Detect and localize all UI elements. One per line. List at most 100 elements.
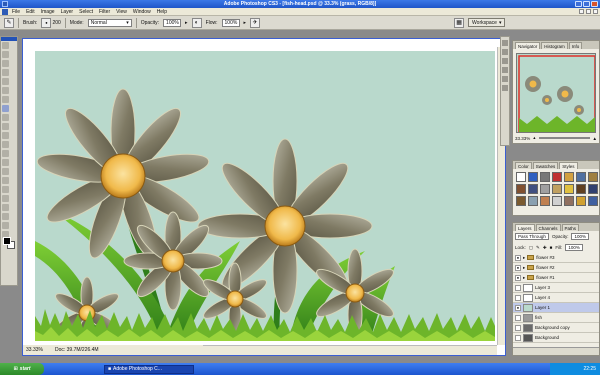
info-panel-icon[interactable]	[502, 85, 508, 91]
canvas[interactable]	[35, 51, 495, 341]
eye-icon[interactable]	[515, 314, 521, 321]
actions-panel-icon[interactable]	[502, 76, 508, 82]
menu-window[interactable]: Window	[133, 9, 151, 15]
style-swatch[interactable]	[588, 184, 598, 194]
eye-icon[interactable]: ●	[515, 254, 521, 261]
healing-brush-icon[interactable]	[2, 96, 9, 103]
eye-icon[interactable]	[515, 324, 521, 331]
mode-select[interactable]: Normal ▾	[87, 18, 132, 27]
layer-opacity-field[interactable]: 100%	[571, 233, 589, 240]
history-panel-icon[interactable]	[502, 67, 508, 73]
style-swatch[interactable]	[552, 172, 562, 182]
doc-close-button[interactable]	[593, 9, 598, 14]
zoom-in-icon[interactable]: ▲	[593, 136, 597, 141]
opacity-field[interactable]: 100%	[163, 18, 182, 27]
flow-field[interactable]: 100%	[221, 18, 240, 27]
doc-minimize-button[interactable]	[579, 9, 584, 14]
menu-file[interactable]: File	[12, 9, 20, 15]
navigator-zoom[interactable]: 33.33%	[515, 136, 530, 141]
history-brush-icon[interactable]	[2, 123, 9, 130]
style-swatch[interactable]	[528, 196, 538, 206]
magic-wand-icon[interactable]	[2, 69, 9, 76]
blur-icon[interactable]	[2, 150, 9, 157]
layer-row[interactable]: ● ▸ flower #2	[513, 263, 599, 273]
start-button[interactable]: ⊞ start	[0, 363, 44, 375]
tab-info[interactable]: Info	[568, 42, 583, 49]
lock-transparency-icon[interactable]: ▢	[529, 245, 533, 251]
layer-row[interactable]: Layer 3	[513, 283, 599, 293]
expand-arrow-icon[interactable]: ▸	[523, 275, 525, 281]
style-swatch[interactable]	[552, 184, 562, 194]
lock-all-icon[interactable]: ■	[550, 245, 553, 250]
chevron-right-icon[interactable]: ▸	[244, 20, 247, 26]
style-swatch[interactable]	[540, 184, 550, 194]
zoom-readout[interactable]: 33.33%	[26, 347, 43, 353]
eye-icon[interactable]: ●	[515, 264, 521, 271]
tab-color[interactable]: Color	[515, 162, 532, 169]
brush-tool-icon[interactable]: ✎	[4, 17, 14, 28]
type-tool-icon[interactable]	[2, 177, 9, 184]
clone-stamp-icon[interactable]	[2, 114, 9, 121]
tab-styles[interactable]: Styles	[559, 162, 578, 169]
move-tool-icon[interactable]	[2, 42, 9, 49]
brush-tool-icon[interactable]	[2, 105, 9, 112]
layer-row[interactable]: Layer 4	[513, 293, 599, 303]
zoom-slider[interactable]	[538, 137, 590, 139]
gradient-icon[interactable]	[2, 141, 9, 148]
style-swatch[interactable]	[552, 196, 562, 206]
style-swatch[interactable]	[588, 196, 598, 206]
menu-layer[interactable]: Layer	[61, 9, 74, 15]
layer-row[interactable]: fish	[513, 313, 599, 323]
tool-presets-icon[interactable]: ▦	[454, 17, 465, 28]
eye-icon[interactable]	[515, 294, 521, 301]
tab-layers[interactable]: Layers	[515, 224, 535, 231]
marquee-tool-icon[interactable]	[2, 51, 9, 58]
eye-icon[interactable]: ●	[515, 274, 521, 281]
style-swatch[interactable]	[588, 172, 598, 182]
layer-row[interactable]: ● ▸ flower #3	[513, 253, 599, 263]
brushes-panel-icon[interactable]	[502, 40, 508, 46]
hand-tool-icon[interactable]	[2, 222, 9, 229]
eye-icon[interactable]	[515, 284, 521, 291]
chevron-right-icon[interactable]: ▸	[185, 20, 188, 26]
menu-help[interactable]: Help	[157, 9, 167, 15]
shape-tool-icon[interactable]	[2, 195, 9, 202]
layer-row[interactable]: ● Layer 1	[513, 303, 599, 313]
slice-tool-icon[interactable]	[2, 87, 9, 94]
style-swatch[interactable]	[564, 196, 574, 206]
menu-select[interactable]: Select	[79, 9, 93, 15]
lasso-tool-icon[interactable]	[2, 60, 9, 67]
style-swatch[interactable]	[576, 196, 586, 206]
style-swatch[interactable]	[540, 196, 550, 206]
eraser-icon[interactable]	[2, 132, 9, 139]
tab-paths[interactable]: Paths	[561, 224, 580, 231]
brush-preset-picker[interactable]: ●	[41, 17, 52, 28]
zoom-out-icon[interactable]: ▴	[533, 135, 535, 141]
blend-mode-select[interactable]: Pass Through	[515, 233, 549, 240]
style-swatch[interactable]	[576, 172, 586, 182]
tablet-pressure-icon[interactable]: ◐	[191, 17, 202, 28]
style-swatch[interactable]	[564, 184, 574, 194]
eye-icon[interactable]	[515, 334, 521, 341]
workspace-button[interactable]: Workspace ▾	[468, 18, 506, 27]
doc-restore-button[interactable]	[586, 9, 591, 14]
path-select-icon[interactable]	[2, 186, 9, 193]
style-swatch[interactable]	[528, 172, 538, 182]
style-swatch[interactable]	[564, 172, 574, 182]
layer-row[interactable]: Background	[513, 333, 599, 343]
taskbar-photoshop-item[interactable]: ■ Adobe Photoshop C...	[104, 364, 194, 374]
eye-icon[interactable]: ●	[515, 304, 521, 311]
crop-tool-icon[interactable]	[2, 78, 9, 85]
menu-image[interactable]: Image	[41, 9, 55, 15]
tab-histogram[interactable]: Histogram	[541, 42, 568, 49]
navigator-thumbnail[interactable]	[516, 53, 596, 133]
menu-view[interactable]: View	[116, 9, 127, 15]
style-swatch[interactable]	[540, 172, 550, 182]
layer-row[interactable]: ● ▸ flower #1	[513, 273, 599, 283]
style-swatch[interactable]	[516, 196, 526, 206]
style-swatch[interactable]	[576, 184, 586, 194]
expand-arrow-icon[interactable]: ▸	[523, 265, 525, 271]
toolbox-grip[interactable]	[1, 37, 17, 41]
lock-brush-icon[interactable]: ✎	[536, 245, 540, 251]
lock-move-icon[interactable]: ✚	[543, 245, 547, 251]
